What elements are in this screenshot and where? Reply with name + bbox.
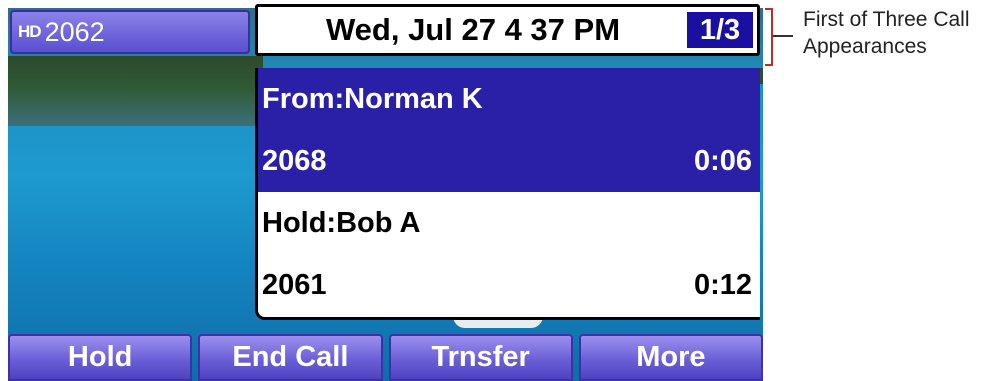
call-appearance-hold[interactable]: Hold:Bob A 2061 0:12 — [258, 192, 760, 317]
more-softkey[interactable]: More — [578, 334, 763, 381]
callout-leader-line — [773, 35, 793, 37]
background-trees — [8, 56, 263, 126]
call-duration: 0:06 — [693, 144, 752, 177]
end-call-softkey[interactable]: End Call — [198, 334, 383, 381]
transfer-softkey[interactable]: Trnsfer — [388, 334, 573, 381]
call-list: From:Norman K 2068 0:06 Hold:Bob A 2061 … — [255, 68, 760, 320]
line-key-extension[interactable]: HD 2062 — [10, 10, 250, 54]
caller-label: Hold:Bob A — [262, 206, 421, 239]
callout-bracket — [765, 8, 773, 66]
extension-number: 2062 — [44, 16, 105, 47]
call-appearance-indicator: 1/3 — [687, 12, 753, 48]
callout-annotation: First of Three Call Appearances — [803, 8, 970, 58]
caller-label: From:Norman K — [262, 82, 483, 115]
hd-voice-icon: HD — [18, 22, 42, 41]
call-duration: 0:12 — [693, 268, 752, 301]
call-appearance-active[interactable]: From:Norman K 2068 0:06 — [258, 68, 760, 192]
status-bar: Wed, Jul 27 4 37 PM 1/3 — [255, 4, 760, 56]
softkey-bar: Hold End Call Trnsfer More — [8, 334, 763, 381]
date-time: Wed, Jul 27 4 37 PM — [325, 12, 621, 47]
caller-number: 2061 — [262, 268, 327, 301]
caller-number: 2068 — [262, 144, 327, 177]
hold-softkey[interactable]: Hold — [8, 334, 193, 381]
